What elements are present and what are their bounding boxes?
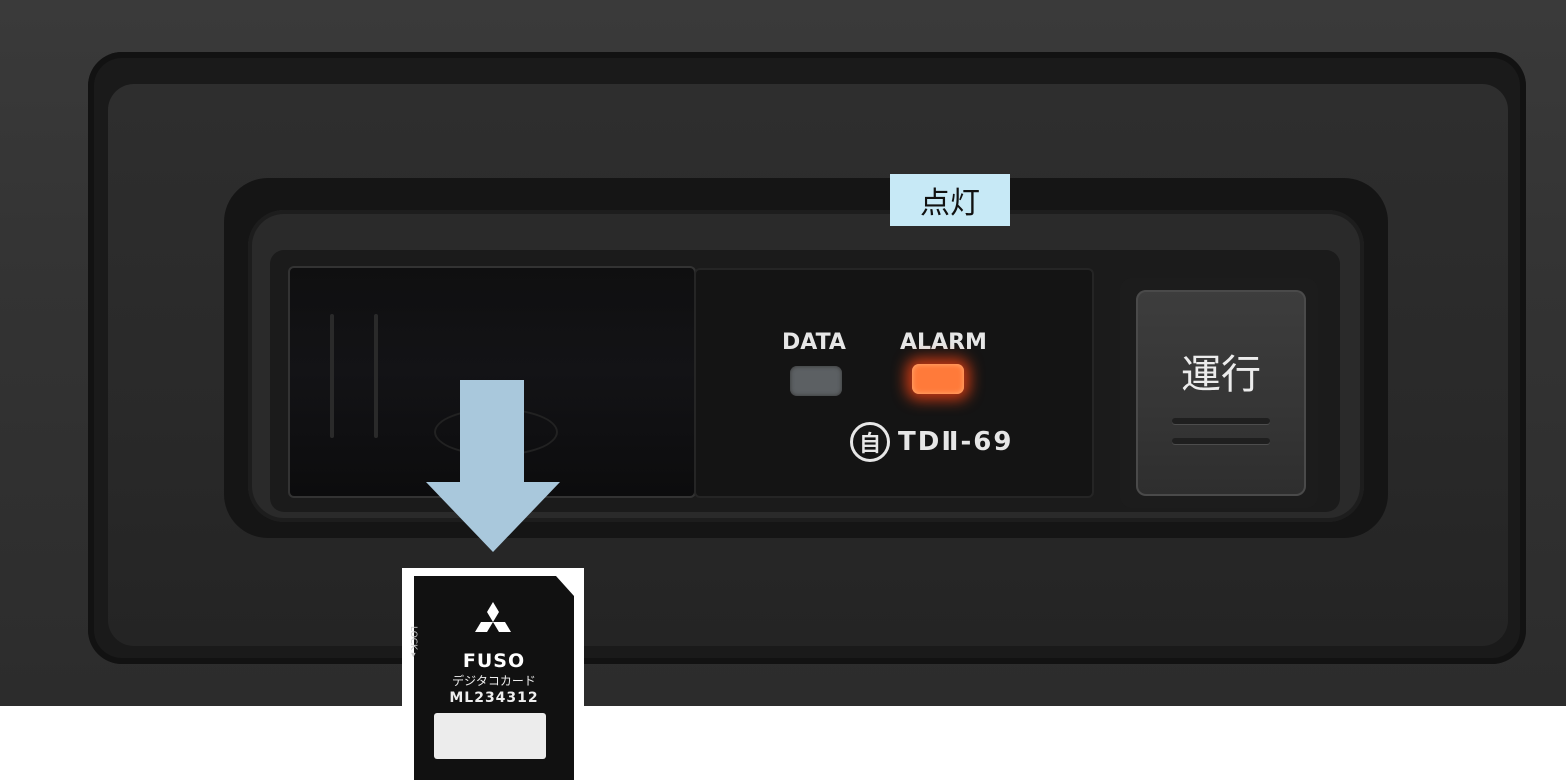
- card-part-number: ML234312: [449, 690, 539, 706]
- alarm-led: [912, 364, 964, 394]
- card-brand: FUSO: [462, 650, 526, 672]
- model-symbol: 自: [850, 422, 890, 462]
- three-diamond-icon: [475, 602, 511, 632]
- slot-cover-ridge: [330, 314, 334, 438]
- model-name: TDⅡ-69: [898, 427, 1014, 457]
- card-subtitle: デジタコカード: [452, 674, 536, 688]
- data-led: [790, 366, 842, 396]
- slot-cover-ridge: [374, 314, 378, 438]
- run-button[interactable]: 運行: [1136, 290, 1306, 496]
- card-label-area: [434, 713, 546, 759]
- alarm-label: ALARM: [900, 330, 987, 355]
- data-label: DATA: [782, 330, 846, 355]
- sd-card-notch: [556, 576, 574, 596]
- run-button-label: 運行: [1181, 352, 1261, 398]
- button-grip-line: [1172, 418, 1270, 424]
- model-badge: 自 TDⅡ-69: [850, 418, 1013, 466]
- down-arrow-icon: [426, 380, 560, 552]
- button-grip-line: [1172, 438, 1270, 444]
- lit-callout: 点灯: [890, 174, 1010, 226]
